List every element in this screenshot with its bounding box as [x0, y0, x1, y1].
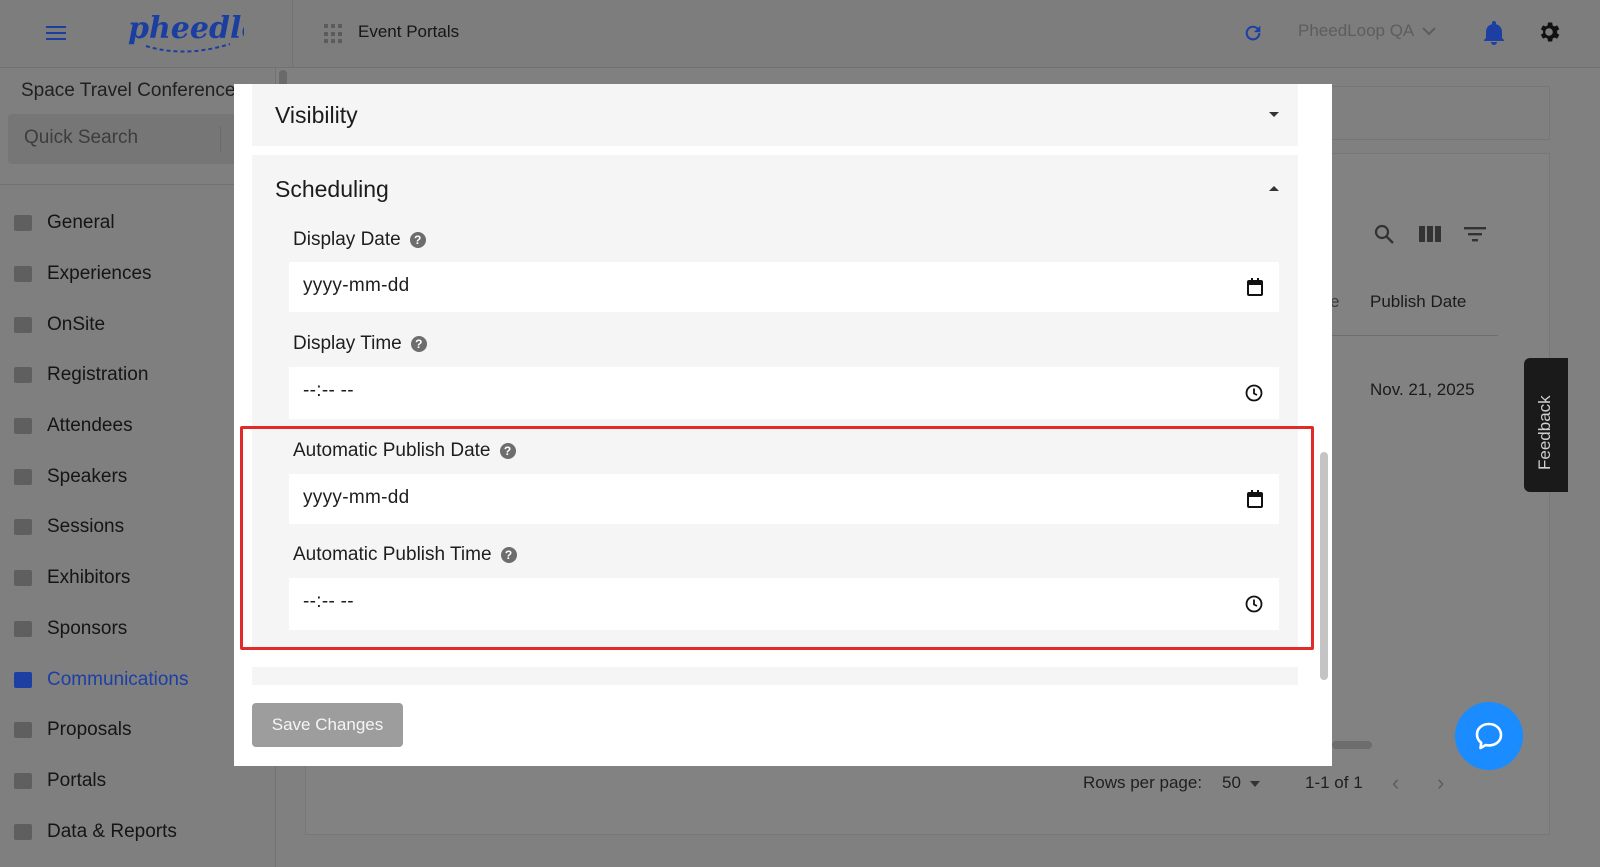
globe-icon [12, 771, 34, 791]
sidebar-item-label: Sessions [47, 516, 125, 538]
table-horizontal-scrollbar[interactable] [1332, 741, 1372, 749]
display-date-value: yyyy-mm-dd [303, 275, 410, 296]
display-time-input[interactable]: --:-- -- [289, 367, 1279, 419]
help-icon[interactable]: ? [410, 336, 427, 352]
caret-down-icon[interactable] [1250, 781, 1260, 787]
cart-icon [12, 365, 34, 385]
sidebar-item-label: Portals [47, 769, 107, 791]
sidebar-item-label: Registration [47, 364, 149, 386]
highlight-annotation [240, 426, 1314, 650]
display-time-label: Display Time ? [293, 333, 427, 355]
sidebar-item-label: Exhibitors [47, 567, 131, 589]
search-separator [220, 126, 221, 152]
org-name: PheedLoop QA [1298, 21, 1415, 40]
store-icon [12, 568, 34, 588]
chat-bubble-icon [1475, 722, 1503, 750]
document-icon [12, 720, 34, 740]
mail-icon [12, 670, 34, 690]
chat-button[interactable] [1455, 702, 1523, 770]
scheduling-title[interactable]: Scheduling [275, 176, 389, 203]
pheedloop-logo[interactable]: pheedloop [126, 6, 244, 58]
visibility-title: Visibility [275, 102, 358, 128]
bell-icon[interactable] [1482, 20, 1506, 46]
pagination-range: 1-1 of 1 [1305, 773, 1363, 792]
display-date-label-text: Display Date [293, 229, 401, 250]
display-date-input[interactable]: yyyy-mm-dd [289, 262, 1279, 312]
table-header-divider [1332, 335, 1498, 336]
next-panel[interactable] [252, 667, 1298, 685]
quick-search-input[interactable]: Quick Search [8, 114, 258, 164]
sidebar-item-data-reports[interactable]: Data & Reports [0, 806, 276, 857]
apps-grid-icon[interactable] [324, 24, 344, 44]
display-date-label: Display Date ? [293, 229, 426, 251]
save-changes-button[interactable]: Save Changes [252, 703, 403, 747]
grid-icon [12, 213, 34, 233]
refresh-icon[interactable] [1242, 22, 1264, 44]
feedback-tab[interactable]: Feedback [1524, 358, 1568, 492]
previous-page-icon[interactable]: ‹ [1392, 770, 1399, 796]
columns-icon[interactable] [1418, 224, 1442, 244]
modal-scrollbar[interactable] [1320, 452, 1328, 680]
rows-per-page-label: Rows per page: [1083, 773, 1203, 792]
people-icon [12, 416, 34, 436]
chart-icon [12, 822, 34, 842]
sidebar-item-label: Proposals [47, 719, 132, 741]
sidebar-item-label: General [47, 212, 115, 234]
header-divider [292, 0, 293, 68]
gear-icon[interactable] [1536, 19, 1562, 45]
expand-icon[interactable] [1269, 112, 1279, 117]
sidebar-item-label: OnSite [47, 313, 106, 335]
person-icon [12, 264, 34, 284]
org-selector[interactable]: PheedLoop QA [1298, 21, 1436, 41]
section-title: Event Portals [358, 22, 460, 41]
visibility-panel[interactable]: Visibility [252, 84, 1298, 146]
display-time-value: --:-- -- [303, 380, 354, 401]
sidebar-item-label: Speakers [47, 465, 128, 487]
sidebar-item-label: Communications [47, 668, 189, 690]
printer-icon [12, 315, 34, 335]
event-name[interactable]: Space Travel Conference [21, 80, 241, 102]
collapse-icon[interactable] [1269, 186, 1279, 191]
rows-per-page-select[interactable]: 50 [1222, 773, 1241, 793]
top-bar: pheedloop Event Portals PheedLoop QA [0, 0, 1600, 68]
laptop-icon [12, 517, 34, 537]
svg-text:pheedloop: pheedloop [128, 11, 244, 46]
clock-icon[interactable] [1245, 384, 1263, 402]
next-page-icon[interactable]: › [1437, 770, 1444, 796]
presenter-icon [12, 467, 34, 487]
sidebar-item-label: Attendees [47, 415, 133, 437]
help-icon[interactable]: ? [409, 232, 426, 248]
sidebar-item-label: Data & Reports [47, 820, 177, 842]
search-icon[interactable] [1372, 222, 1396, 246]
badge-icon [12, 619, 34, 639]
chevron-down-icon [1422, 27, 1436, 36]
calendar-icon[interactable] [1247, 278, 1263, 296]
quick-search-placeholder: Quick Search [24, 127, 139, 148]
filter-icon[interactable] [1463, 224, 1487, 244]
sidebar-item-label: Sponsors [47, 617, 128, 639]
display-time-label-text: Display Time [293, 333, 402, 354]
table-cell-publish-date: Nov. 21, 2025 [1370, 380, 1475, 399]
feedback-label: Feedback [1535, 395, 1554, 470]
sidebar-item-label: Experiences [47, 263, 152, 285]
menu-icon[interactable] [46, 22, 66, 44]
column-header-publish-date[interactable]: Publish Date [1370, 292, 1466, 312]
